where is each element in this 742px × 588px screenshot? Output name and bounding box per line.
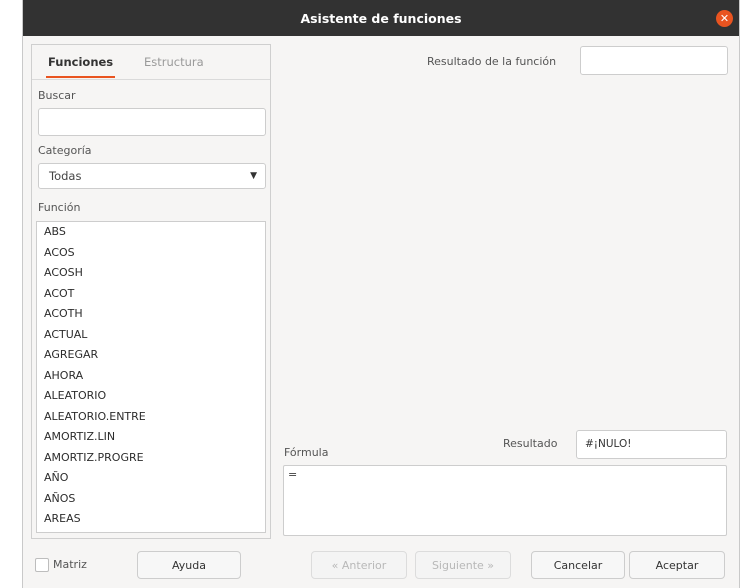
close-icon[interactable]: ✕ xyxy=(716,10,733,27)
list-item[interactable]: AHORA xyxy=(37,366,265,387)
result-field: #¡NULO! xyxy=(576,430,727,459)
function-result-field xyxy=(580,46,728,75)
list-item[interactable]: ABS xyxy=(37,222,265,243)
list-item[interactable]: ACOTH xyxy=(37,304,265,325)
previous-button[interactable]: « Anterior xyxy=(311,551,407,579)
list-item[interactable]: AREAS xyxy=(37,509,265,530)
chevron-down-icon: ▼ xyxy=(250,171,257,181)
formula-label: Fórmula xyxy=(284,446,329,459)
list-item[interactable]: ALEATORIO xyxy=(37,386,265,407)
title-bar: Asistente de funciones ✕ xyxy=(23,0,739,36)
window-title: Asistente de funciones xyxy=(300,10,462,26)
matrix-checkbox[interactable] xyxy=(35,558,49,572)
function-list[interactable]: ABS ACOS ACOSH ACOT ACOTH ACTUAL AGREGAR AHORA A… xyxy=(36,221,266,533)
function-result-label: Resultado de la función xyxy=(427,55,557,68)
accept-button[interactable]: Aceptar xyxy=(629,551,725,579)
list-item[interactable]: AÑOS xyxy=(37,489,265,510)
list-item[interactable]: AMORTIZ.LIN xyxy=(37,427,265,448)
formula-textarea[interactable]: = xyxy=(283,465,727,536)
functions-panel: Funciones Estructura Buscar Categoría To… xyxy=(31,44,271,539)
tab-functions[interactable]: Funciones xyxy=(45,55,116,78)
result-label: Resultado xyxy=(503,437,558,450)
function-wizard-dialog: Asistente de funciones ✕ Funciones Estru… xyxy=(22,0,740,588)
next-button[interactable]: Siguiente » xyxy=(415,551,511,579)
category-select[interactable]: Todas ▼ xyxy=(38,163,266,189)
search-label: Buscar xyxy=(38,89,76,102)
category-label: Categoría xyxy=(38,144,92,157)
list-item[interactable]: AÑO xyxy=(37,468,265,489)
list-item[interactable]: ALEATORIO.ENTRE xyxy=(37,407,265,428)
matrix-label: Matriz xyxy=(53,558,87,571)
tab-structure[interactable]: Estructura xyxy=(144,55,204,69)
search-input[interactable] xyxy=(38,108,266,136)
list-item[interactable]: ACTUAL xyxy=(37,325,265,346)
list-item[interactable]: AMORTIZ.PROGRE xyxy=(37,448,265,469)
list-item[interactable]: ACOT xyxy=(37,284,265,305)
list-item[interactable]: ACOSH xyxy=(37,263,265,284)
button-bar: Matriz Ayuda « Anterior Siguiente » Canc… xyxy=(23,544,739,588)
help-button[interactable]: Ayuda xyxy=(137,551,241,579)
list-item[interactable]: AGREGAR xyxy=(37,345,265,366)
category-selected-value: Todas xyxy=(49,169,82,183)
list-item[interactable]: ACOS xyxy=(37,243,265,264)
cancel-button[interactable]: Cancelar xyxy=(531,551,625,579)
tab-bar: Funciones Estructura xyxy=(32,45,270,80)
function-list-label: Función xyxy=(38,201,81,214)
